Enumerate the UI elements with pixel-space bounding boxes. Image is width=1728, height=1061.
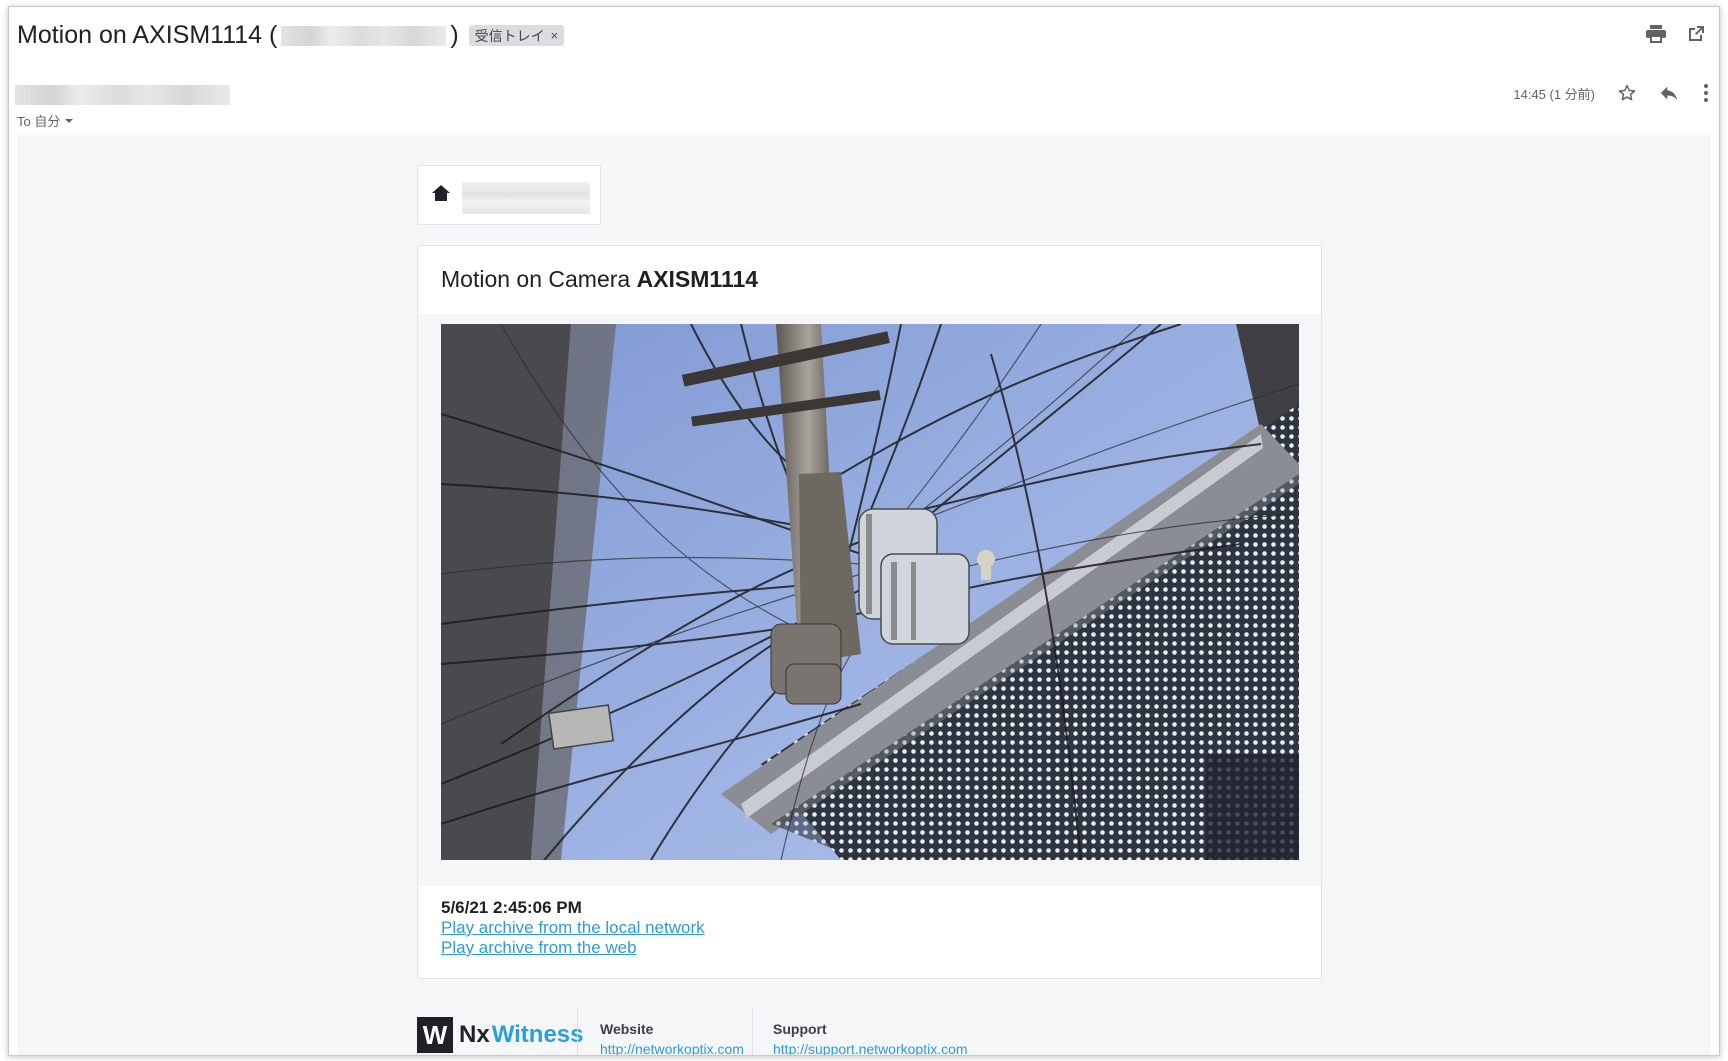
more-vert-icon[interactable] [1703, 83, 1709, 103]
logo-mark: W [417, 1017, 453, 1053]
card-title: Motion on Camera AXISM1114 [441, 266, 758, 293]
open-in-new-icon[interactable] [1685, 23, 1707, 45]
support-label: Support [773, 1021, 827, 1037]
email-footer: W Nx Witness Website http://networkoptix… [417, 997, 1322, 1055]
subject-suffix: ) [450, 21, 459, 49]
redacted-sender-name [15, 85, 230, 105]
notification-card: Motion on Camera AXISM1114 5/6/21 2:45:0… [417, 245, 1322, 979]
card-title-prefix: Motion on Camera [441, 266, 637, 292]
home-icon [432, 185, 450, 201]
website-link[interactable]: http://networkoptix.com [600, 1041, 744, 1055]
redacted-sender-address [281, 25, 447, 46]
snapshot-band [418, 314, 1321, 886]
play-archive-web-link[interactable]: Play archive from the web [441, 938, 637, 958]
email-body: Motion on Camera AXISM1114 5/6/21 2:45:0… [17, 135, 1711, 1055]
camera-snapshot[interactable] [441, 324, 1299, 860]
email-subject: Motion on AXISM1114 ( ) 受信トレイ × [17, 21, 565, 50]
inbox-label-chip[interactable]: 受信トレイ × [468, 25, 565, 46]
message-meta: 14:45 (1 分前) [1513, 83, 1709, 103]
print-icon[interactable] [1645, 23, 1667, 45]
subject-prefix: Motion on AXISM1114 ( [17, 21, 278, 49]
message-time: 14:45 (1 分前) [1513, 86, 1595, 102]
camera-name: AXISM1114 [636, 266, 759, 292]
email-view: Motion on AXISM1114 ( ) 受信トレイ × To 自分 14… [8, 6, 1720, 1056]
footer-divider [752, 1007, 753, 1055]
redacted-system-name [462, 182, 590, 214]
recipient-text: To 自分 [17, 114, 61, 129]
top-toolbar [1645, 23, 1707, 45]
reply-icon[interactable] [1659, 83, 1681, 103]
inbox-label-text: 受信トレイ [474, 27, 545, 44]
footer-divider [577, 1007, 578, 1055]
star-icon[interactable] [1617, 83, 1637, 103]
system-name-box [417, 165, 601, 225]
logo-witness-text: Witness [491, 1021, 584, 1048]
website-label: Website [600, 1021, 654, 1037]
recipient-line[interactable]: To 自分 [17, 111, 75, 130]
nx-witness-logo: W Nx Witness [417, 1017, 584, 1053]
support-link[interactable]: http://support.networkoptix.com [773, 1041, 968, 1055]
event-timestamp: 5/6/21 2:45:06 PM [441, 898, 582, 917]
remove-label-icon[interactable]: × [551, 28, 559, 43]
logo-nx-text: Nx [459, 1021, 490, 1048]
play-archive-local-link[interactable]: Play archive from the local network [441, 918, 705, 938]
chevron-down-icon[interactable] [63, 117, 75, 125]
